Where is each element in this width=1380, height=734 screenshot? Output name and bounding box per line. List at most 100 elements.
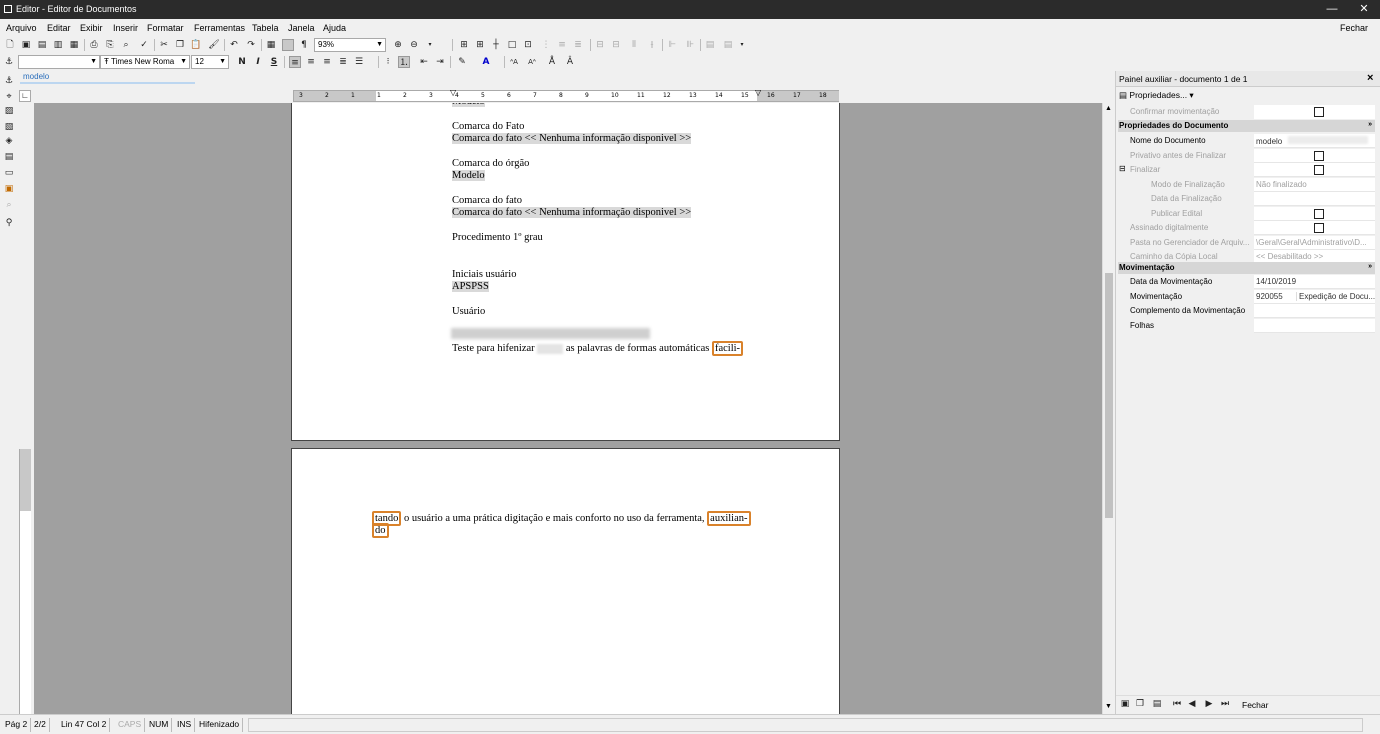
styles-icon[interactable]: ⚓	[3, 56, 15, 68]
hyphenated-word-continuation-2[interactable]: do	[372, 523, 389, 538]
movement-value[interactable]: 14/10/2019	[1254, 275, 1375, 289]
find-icon[interactable]: ⌕	[120, 39, 132, 51]
grid-toggle-icon[interactable]	[282, 39, 294, 51]
document-icon[interactable]: ▣	[3, 183, 15, 195]
redo-icon[interactable]: ↷	[245, 39, 257, 51]
hyphenated-word-part[interactable]: facili-	[711, 341, 744, 356]
font-select[interactable]: Ŧ Times New Roma ▼	[100, 55, 190, 69]
menu-fechar[interactable]: Fechar	[1340, 23, 1368, 33]
section-movement[interactable]: Movimentação »	[1118, 262, 1375, 274]
style-select[interactable]: ▼	[18, 55, 100, 69]
zoom-select[interactable]: 93% ▼	[314, 38, 386, 52]
expand-collapse-icon[interactable]: ⊟	[1119, 164, 1126, 173]
underline-button[interactable]: S	[268, 56, 280, 68]
vertical-scrollbar[interactable]: ▲ ▼	[1102, 103, 1114, 714]
panel-paste-icon[interactable]: ▤	[1151, 698, 1163, 710]
property-checkbox[interactable]	[1314, 165, 1324, 175]
property-value[interactable]	[1254, 192, 1375, 206]
line-spacing-icon[interactable]: ☰	[353, 56, 365, 68]
property-checkbox[interactable]	[1314, 150, 1324, 161]
property-value[interactable]	[1254, 163, 1375, 177]
tab-stop-selector[interactable]: ∟	[19, 90, 31, 102]
menu-janela[interactable]: Janela	[288, 23, 315, 33]
bullet-list-icon[interactable]: ⁝	[382, 56, 394, 68]
save-as-icon[interactable]: ▥	[52, 39, 64, 51]
menu-exibir[interactable]: Exibir	[80, 23, 103, 33]
panel-close-button[interactable]: ×	[1367, 72, 1373, 84]
brush-icon[interactable]: ⚲	[3, 217, 15, 229]
folder-icon[interactable]: ▭	[3, 167, 15, 179]
list-icon[interactable]: ▤	[3, 151, 15, 163]
scroll-up-icon[interactable]: ▲	[1105, 105, 1112, 112]
save-all-icon[interactable]: ▦	[68, 39, 80, 51]
panel-doc-icon[interactable]: ▣	[1119, 698, 1131, 710]
change-case-icon[interactable]: Å	[546, 56, 558, 68]
property-value[interactable]	[1254, 148, 1375, 163]
pin-icon[interactable]: ⚓	[3, 75, 15, 87]
table-icon[interactable]: ▦	[265, 39, 277, 51]
increase-indent-icon[interactable]: ⇥	[434, 56, 446, 68]
scrollbar-thumb[interactable]	[1105, 273, 1113, 518]
print-icon[interactable]: ⎙	[88, 39, 100, 51]
show-formatting-icon[interactable]: ¶	[298, 39, 310, 51]
grow-font-icon[interactable]: ᴬA	[508, 56, 520, 68]
paste-icon[interactable]: 📋	[190, 39, 202, 51]
style-tab[interactable]: modelo	[20, 72, 195, 84]
format-painter-icon[interactable]: 🖌	[208, 39, 220, 51]
layers-icon[interactable]: ▨	[3, 105, 15, 117]
font-color-icon[interactable]: A	[480, 56, 492, 68]
zoom-out-icon[interactable]: ⊖	[408, 39, 420, 51]
page-2[interactable]: tando o usuário a uma prática digitação …	[291, 448, 840, 714]
property-value[interactable]	[1254, 206, 1375, 221]
property-value[interactable]	[1254, 221, 1375, 235]
new-document-icon[interactable]: 🗋	[4, 39, 16, 51]
lock-icon[interactable]: ⌖	[3, 91, 15, 103]
minimize-button[interactable]: —	[1324, 2, 1340, 16]
dropdown-arrow-icon[interactable]: ▾	[424, 39, 436, 51]
cut-icon[interactable]: ✂	[158, 39, 170, 51]
highlight-color-icon[interactable]: ✎	[456, 56, 468, 68]
spellcheck-icon[interactable]: ✓	[138, 39, 150, 51]
fields-icon[interactable]: ◈	[3, 135, 15, 147]
menu-editar[interactable]: Editar	[47, 23, 71, 33]
undo-icon[interactable]: ↶	[228, 39, 240, 51]
open-icon[interactable]: ▣	[20, 39, 32, 51]
menu-tabela[interactable]: Tabela	[252, 23, 279, 33]
table-grid-icon[interactable]: ⊞	[458, 39, 470, 51]
first-indent-marker-icon[interactable]: ▽	[450, 88, 456, 97]
italic-button[interactable]: I	[252, 56, 264, 68]
menu-inserir[interactable]: Inserir	[113, 23, 138, 33]
scroll-down-icon[interactable]: ▼	[1105, 703, 1112, 710]
document-canvas[interactable]: ModeloComarca do FatoComarca do fato << …	[34, 103, 1102, 714]
variables-icon[interactable]: ▧	[3, 121, 15, 133]
print-preview-icon[interactable]: ⎘	[104, 39, 116, 51]
dropdown-arrow-icon[interactable]: ▾	[736, 39, 748, 51]
table-border-icon[interactable]: □	[506, 39, 518, 51]
align-center-icon[interactable]: ≡	[305, 56, 317, 68]
menu-arquivo[interactable]: Arquivo	[6, 23, 37, 33]
close-window-button[interactable]: ✕	[1356, 2, 1372, 16]
property-value[interactable]: \Geral\Geral\Administrativo\D...	[1254, 235, 1375, 250]
save-icon[interactable]: ▤	[36, 39, 48, 51]
movement-value[interactable]: 920055 Expedição de Docu...	[1254, 289, 1375, 304]
menu-ajuda[interactable]: Ajuda	[323, 23, 346, 33]
prev-record-icon[interactable]: ◀	[1186, 698, 1198, 710]
vertical-ruler[interactable]	[19, 449, 31, 714]
last-record-icon[interactable]: ⏭	[1219, 698, 1231, 710]
justify-icon[interactable]: ≣	[337, 56, 349, 68]
property-checkbox[interactable]	[1314, 223, 1324, 233]
decrease-indent-icon[interactable]: ⇤	[418, 56, 430, 68]
movement-value[interactable]	[1254, 318, 1375, 333]
menu-formatar[interactable]: Formatar	[147, 23, 184, 33]
page-1[interactable]: ModeloComarca do FatoComarca do fato << …	[291, 103, 840, 441]
confirm-movement-checkbox[interactable]	[1314, 107, 1324, 117]
numbered-list-icon[interactable]: ⒈	[398, 56, 410, 68]
align-right-icon[interactable]: ≡	[321, 56, 333, 68]
table-borders-icon[interactable]: ⊡	[522, 39, 534, 51]
hyphenated-word-part-2[interactable]: auxilian-	[707, 511, 751, 526]
properties-menu-button[interactable]: ▤ Propriedades... ▾	[1119, 90, 1209, 103]
property-value[interactable]: Não finalizado	[1254, 177, 1375, 192]
next-record-icon[interactable]: ▶	[1203, 698, 1215, 710]
table-insert-icon[interactable]: ⊞	[474, 39, 486, 51]
menu-ferramentas[interactable]: Ferramentas	[194, 23, 245, 33]
